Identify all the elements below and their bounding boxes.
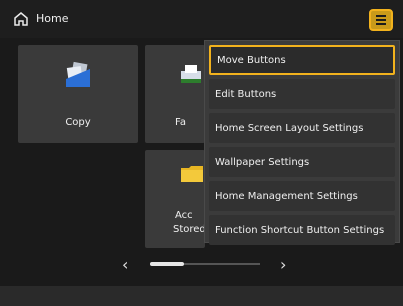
home-icon [14, 12, 28, 26]
menu-icon [376, 15, 386, 17]
tile-stored-files[interactable]: Acc Stored [145, 150, 206, 248]
menu-item-edit-buttons[interactable]: Edit Buttons [209, 79, 395, 109]
fax-icon [181, 65, 201, 83]
menu-item-label: Wallpaper Settings [215, 156, 310, 168]
menu-item-label: Function Shortcut Button Settings [215, 224, 385, 236]
menu-item-home-management-settings[interactable]: Home Management Settings [209, 181, 395, 211]
page-title: Home [36, 12, 69, 25]
top-bar: Home [0, 0, 403, 38]
menu-item-label: Edit Buttons [215, 88, 277, 100]
tile-copy[interactable]: Copy [18, 45, 138, 143]
menu-item-label: Move Buttons [217, 54, 286, 66]
tile-label: Fa [175, 117, 186, 128]
dropdown-menu: Move Buttons Edit Buttons Home Screen La… [204, 40, 400, 245]
footer-strip [0, 286, 403, 306]
menu-item-home-screen-layout-settings[interactable]: Home Screen Layout Settings [209, 113, 395, 143]
tile-label: Stored [173, 224, 206, 235]
pager-prev-button[interactable]: ‹ [122, 255, 128, 274]
pager-thumb [150, 262, 184, 266]
folder-icon [181, 166, 203, 182]
tile-label: Acc [175, 210, 193, 221]
menu-item-function-shortcut-button-settings[interactable]: Function Shortcut Button Settings [209, 215, 395, 245]
menu-item-label: Home Screen Layout Settings [215, 122, 364, 134]
menu-item-wallpaper-settings[interactable]: Wallpaper Settings [209, 147, 395, 177]
menu-item-move-buttons[interactable]: Move Buttons [209, 45, 395, 75]
pager-next-button[interactable]: › [280, 255, 286, 274]
tile-fax[interactable]: Fa [145, 45, 205, 143]
copy-icon [66, 61, 90, 87]
menu-item-label: Home Management Settings [215, 190, 358, 202]
tile-label: Copy [65, 117, 91, 128]
menu-button[interactable] [369, 9, 393, 31]
